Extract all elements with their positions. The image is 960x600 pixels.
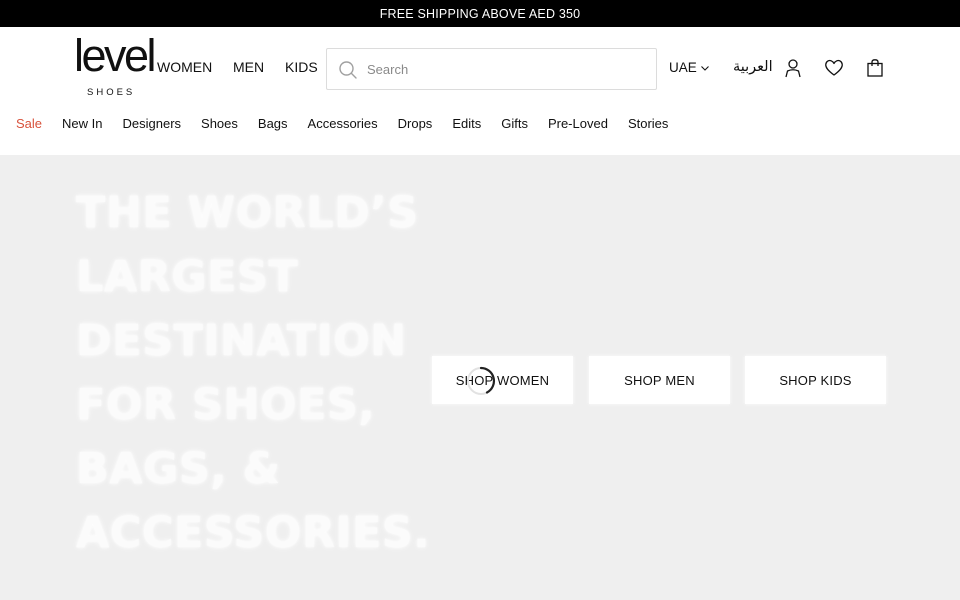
category-stories[interactable]: Stories [628,116,668,136]
category-edits[interactable]: Edits [452,116,481,136]
user-icon[interactable] [783,58,803,78]
chevron-down-icon [700,65,709,71]
logo-word: level [74,30,157,81]
spinner-icon [467,366,496,395]
category-sale[interactable]: Sale [16,116,42,136]
search-icon[interactable] [338,60,358,80]
search-input[interactable] [367,57,647,81]
category-drops[interactable]: Drops [398,116,433,136]
logo-subtitle: SHOES [87,87,136,98]
shop-women-button[interactable]: SHOP WOMEN [432,356,573,404]
shop-kids-button[interactable]: SHOP KIDS [745,356,886,404]
nav-men[interactable]: MEN [233,59,264,75]
category-pre-loved[interactable]: Pre-Loved [548,116,608,136]
site-header: level SHOES WOMEN MEN KIDS UAE العربية S… [0,27,960,155]
shopping-bag-icon[interactable] [865,58,885,78]
heart-icon[interactable] [824,58,844,78]
nav-women[interactable]: WOMEN [157,59,212,75]
search-box[interactable] [326,48,657,90]
category-shoes[interactable]: Shoes [201,116,238,136]
category-bags[interactable]: Bags [258,116,288,136]
hero-heading-line: LARGEST [76,252,299,302]
category-gifts[interactable]: Gifts [501,116,528,136]
hero-heading: THE WORLD’S LARGEST DESTINATION FOR SHOE… [76,181,436,565]
hero-heading-line: THE WORLD’S [76,188,419,238]
category-designers[interactable]: Designers [123,116,182,136]
category-nav: Sale New In Designers Shoes Bags Accesso… [16,116,668,136]
promo-bar: FREE SHIPPING ABOVE AED 350 [0,0,960,27]
hero-heading-line: DESTINATION [76,316,407,366]
language-toggle[interactable]: العربية [733,59,773,75]
hero-heading-line: ACCESSORIES. [76,508,431,558]
hero-heading-line: BAGS, & [76,444,281,494]
region-selector[interactable]: UAE [669,60,710,75]
category-new-in[interactable]: New In [62,116,102,136]
category-accessories[interactable]: Accessories [308,116,378,136]
logo[interactable]: level SHOES [74,33,157,99]
promo-text: FREE SHIPPING ABOVE AED 350 [379,6,581,21]
hero-heading-line: FOR SHOES, [76,380,376,430]
nav-kids[interactable]: KIDS [285,59,318,75]
shop-men-button[interactable]: SHOP MEN [589,356,730,404]
region-label: UAE [669,60,697,75]
